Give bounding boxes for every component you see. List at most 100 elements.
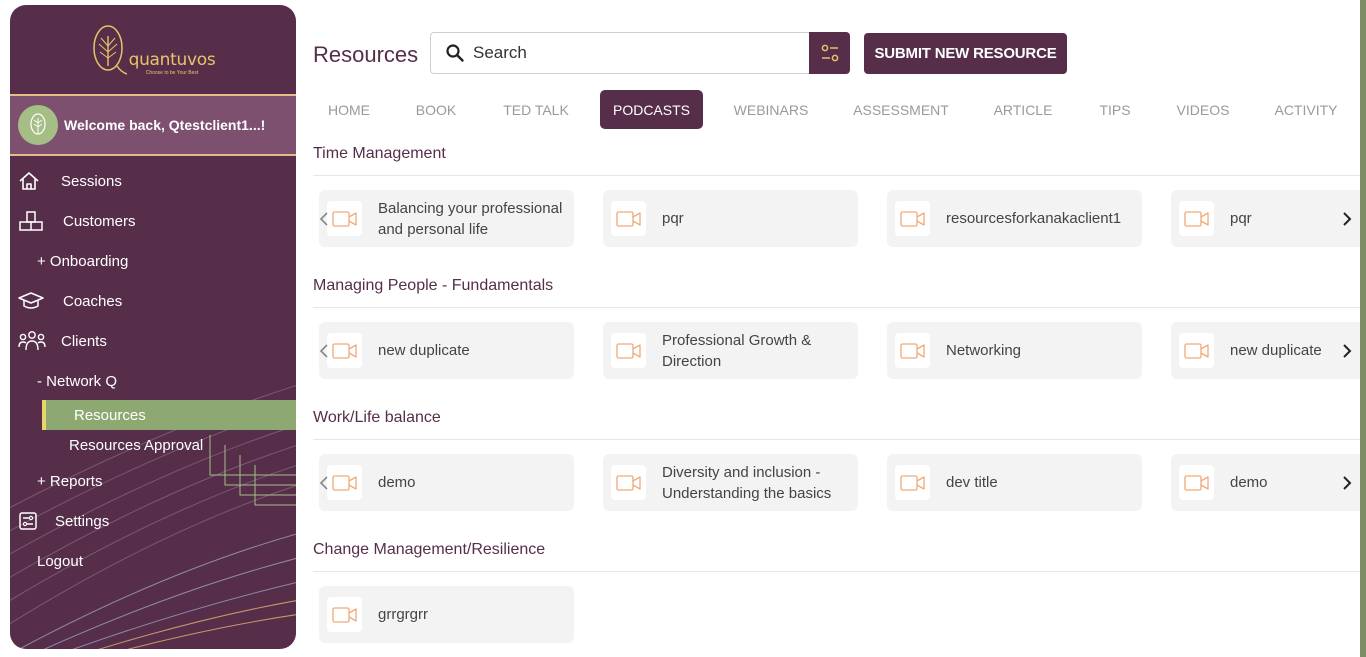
resource-card[interactable]: demo <box>1171 454 1366 511</box>
video-camera-icon <box>895 201 930 236</box>
tab-activity[interactable]: ACTIVITY <box>1268 90 1344 129</box>
sidebar-item-sessions[interactable]: Sessions <box>18 167 122 195</box>
search-icon <box>446 44 464 62</box>
tab-ted-talk[interactable]: TED TALK <box>494 90 578 129</box>
sidebar-item-network-q[interactable]: - Network Q <box>37 367 117 395</box>
video-camera-icon <box>895 465 930 500</box>
sidebar-item-label: Resources <box>74 406 146 424</box>
resource-card-title: Networking <box>946 342 1022 359</box>
chevron-left-icon[interactable] <box>318 474 330 492</box>
brand-name: quantuvos <box>128 49 216 70</box>
video-camera-icon <box>1179 465 1214 500</box>
resource-card[interactable]: new duplicate <box>1171 322 1366 379</box>
resource-card-title: grrgrgrr <box>378 606 429 623</box>
resource-card[interactable]: dev title <box>887 454 1142 511</box>
clients-icon <box>18 329 46 353</box>
sidebar-item-clients[interactable]: Clients <box>18 327 107 355</box>
video-camera-icon <box>611 333 646 368</box>
section-title: Managing People - Fundamentals <box>313 277 554 294</box>
brand-logo[interactable]: quantuvos Choose to be Your Best <box>91 24 216 76</box>
resource-card-title: demo <box>1230 474 1268 491</box>
tab-book[interactable]: BOOK <box>405 90 467 129</box>
home-icon <box>18 169 46 193</box>
resource-card[interactable]: new duplicate <box>319 322 574 379</box>
resource-card[interactable]: pqr <box>603 190 858 247</box>
video-camera-icon <box>327 465 362 500</box>
section-title: Time Management <box>313 145 446 162</box>
resource-card[interactable]: Balancing your professional and personal… <box>319 190 574 247</box>
resource-card-title: new duplicate <box>1230 342 1322 359</box>
sidebar-item-logout[interactable]: Logout <box>37 547 83 575</box>
sidebar-item-label: + Reports <box>37 472 103 490</box>
resource-card[interactable]: demo <box>319 454 574 511</box>
settings-icon <box>18 509 46 533</box>
video-camera-icon <box>611 465 646 500</box>
avatar[interactable] <box>18 105 58 145</box>
tree-logo-icon <box>92 24 127 75</box>
sidebar-item-coaches[interactable]: Coaches <box>18 287 122 315</box>
sidebar-item-label: + Onboarding <box>37 252 129 270</box>
sidebar-item-label: Logout <box>37 552 83 570</box>
resource-card[interactable]: Diversity and inclusion - Understanding … <box>603 454 858 511</box>
chevron-left-icon[interactable] <box>318 342 330 360</box>
scrollbar[interactable] <box>1360 0 1366 657</box>
resource-card-title: new duplicate <box>378 342 470 359</box>
category-tabs: HOME BOOK TED TALK PODCASTS WEBINARS ASS… <box>313 90 1358 129</box>
submit-new-resource-button[interactable]: SUBMIT NEW RESOURCE <box>864 33 1067 74</box>
resource-card-title: pqr <box>662 210 684 227</box>
video-camera-icon <box>611 201 646 236</box>
video-camera-icon <box>895 333 930 368</box>
tab-podcasts[interactable]: PODCASTS <box>600 90 703 129</box>
welcome-text: Welcome back, Qtestclient1...! <box>64 117 266 133</box>
section-title: Change Management/Resilience <box>313 541 546 558</box>
app-root: quantuvos Choose to be Your Best Welcome… <box>0 0 1366 657</box>
customers-icon <box>18 209 46 233</box>
brand-tagline: Choose to be Your Best <box>145 69 199 76</box>
video-camera-icon <box>327 201 362 236</box>
chevron-right-icon[interactable] <box>1341 474 1353 492</box>
sidebar-item-resources-approval[interactable]: Resources Approval <box>69 431 203 459</box>
brand-logo-area: quantuvos Choose to be Your Best <box>10 5 296 94</box>
chevron-left-icon[interactable] <box>318 210 330 228</box>
sidebar: quantuvos Choose to be Your Best Welcome… <box>10 5 296 649</box>
sidebar-item-settings[interactable]: Settings <box>18 507 109 535</box>
tab-assessment[interactable]: ASSESSMENT <box>847 90 955 129</box>
filter-button[interactable] <box>809 32 850 74</box>
section-divider <box>313 571 1360 572</box>
sidebar-item-customers[interactable]: Customers <box>18 207 136 235</box>
sidebar-item-reports[interactable]: + Reports <box>37 467 102 495</box>
tab-videos[interactable]: VIDEOS <box>1171 90 1235 129</box>
chevron-right-icon[interactable] <box>1341 342 1353 360</box>
video-camera-icon <box>1179 333 1214 368</box>
graduation-cap-icon <box>18 289 46 313</box>
page-title: Resources <box>313 42 419 67</box>
chevron-right-icon[interactable] <box>1341 210 1353 228</box>
sidebar-item-label: Coaches <box>63 292 123 310</box>
sidebar-item-label: Resources Approval <box>69 436 204 454</box>
video-camera-icon <box>327 333 362 368</box>
search-box <box>430 32 810 74</box>
section-divider <box>313 175 1360 176</box>
tab-tips[interactable]: TIPS <box>1093 90 1137 129</box>
resource-card[interactable]: grrgrgrr <box>319 586 574 643</box>
sidebar-item-label: Customers <box>63 212 136 230</box>
section-divider <box>313 307 1360 308</box>
tab-home[interactable]: HOME <box>313 90 385 129</box>
video-camera-icon <box>1179 201 1214 236</box>
search-input[interactable] <box>473 43 793 63</box>
resource-card-title: dev title <box>946 474 998 491</box>
video-camera-icon <box>327 597 362 632</box>
sidebar-item-onboarding[interactable]: + Onboarding <box>37 247 128 275</box>
resource-card[interactable]: resourcesforkanakaclient1 <box>887 190 1142 247</box>
resource-card[interactable]: Professional Growth & Direction <box>603 322 858 379</box>
filter-icon <box>821 44 838 62</box>
resource-card-title: resourcesforkanakaclient1 <box>946 210 1122 227</box>
sidebar-item-resources[interactable]: Resources <box>42 400 296 430</box>
resource-card[interactable]: pqr <box>1171 190 1366 247</box>
tab-article[interactable]: ARTICLE <box>986 90 1060 129</box>
sidebar-item-label: Sessions <box>61 172 122 190</box>
sidebar-item-label: - Network Q <box>37 372 118 390</box>
resource-card[interactable]: Networking <box>887 322 1142 379</box>
section-divider <box>313 439 1360 440</box>
tab-webinars[interactable]: WEBINARS <box>725 90 817 129</box>
